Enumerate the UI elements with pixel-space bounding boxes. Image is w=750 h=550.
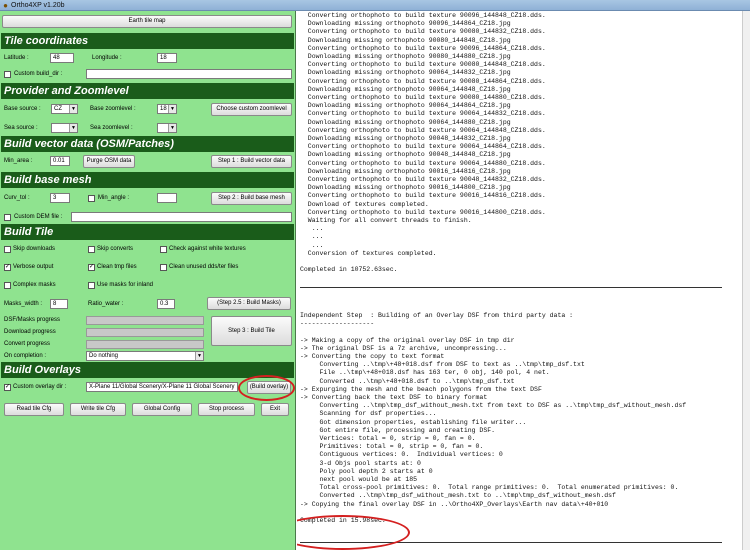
verbose-output-checkbox[interactable]: ✓ <box>4 264 11 271</box>
use-masks-inland-label: Use masks for inland <box>97 282 154 288</box>
complex-masks-checkbox[interactable] <box>4 282 11 289</box>
dsf-masks-progress-label: DSF/Masks progress <box>4 317 61 323</box>
purge-osm-data-button[interactable]: Purge OSM data <box>83 155 135 168</box>
log-output-top: Converting orthophoto to build texture 9… <box>300 12 546 274</box>
custom-overlay-dir-checkbox[interactable]: ✓ <box>4 384 11 391</box>
skip-downloads-label: Skip downloads <box>13 246 56 252</box>
dsf-masks-progress-bar <box>86 316 204 325</box>
section-build-tile: Build Tile <box>1 224 294 240</box>
check-white-textures-label: Check against white textures <box>169 246 246 252</box>
base-source-label: Base source : <box>4 106 41 112</box>
on-completion-label: On completion : <box>4 353 47 359</box>
min-area-label: Min_area : <box>4 158 33 164</box>
masks-width-label: Masks_width : <box>4 301 43 307</box>
custom-build-dir-input[interactable] <box>86 69 292 79</box>
sea-zoomlevel-select[interactable]: ▼ <box>157 123 177 133</box>
step3-build-tile-button[interactable]: Step 3 : Build Tile <box>211 316 292 346</box>
log-output-bottom: Independent Step : Building of an Overla… <box>300 312 687 525</box>
longitude-input[interactable]: 18 <box>157 53 177 63</box>
custom-overlay-dir-input[interactable]: X-Plane 11/Global Scenery/X-Plane 11 Glo… <box>86 382 238 392</box>
clean-unused-files-label: Clean unused dds/ter files <box>169 264 239 270</box>
min-angle-input[interactable] <box>157 193 177 203</box>
convert-progress-bar <box>86 340 204 349</box>
log-panel: Converting orthophoto to build texture 9… <box>297 11 750 550</box>
write-tile-cfg-button[interactable]: Write tile Cfg <box>70 403 126 416</box>
download-progress-bar <box>86 328 204 337</box>
title-bar: ● Ortho4XP v1.20b <box>0 0 750 11</box>
custom-dem-label: Custom DEM file : <box>14 214 63 220</box>
step2-build-base-mesh-button[interactable]: Step 2 : Build base mesh <box>211 192 292 205</box>
verbose-output-label: Verbose output <box>13 264 54 270</box>
chevron-down-icon: ▼ <box>168 105 176 113</box>
complex-masks-label: Complex masks <box>13 282 56 288</box>
stop-process-button[interactable]: Stop process <box>198 403 255 416</box>
convert-progress-label: Convert progress <box>4 341 51 347</box>
use-masks-inland-checkbox[interactable] <box>88 282 95 289</box>
latitude-label: Latitude : <box>4 55 29 61</box>
sea-source-select[interactable]: ▼ <box>51 123 78 133</box>
chevron-down-icon: ▼ <box>168 124 176 132</box>
section-provider-zoomlevel: Provider and Zoomlevel <box>1 83 294 99</box>
window-title: Ortho4XP v1.20b <box>11 2 65 9</box>
log-separator <box>300 287 722 288</box>
clean-tmp-files-label: Clean tmp files <box>97 264 137 270</box>
control-panel: Earth tile map Tile coordinates Latitude… <box>0 11 296 550</box>
min-angle-label: Min_angle : <box>98 195 130 201</box>
section-tile-coordinates: Tile coordinates <box>1 33 294 49</box>
longitude-label: Longitude : <box>92 55 122 61</box>
choose-custom-zoomlevel-button[interactable]: Choose custom zoomlevel <box>211 103 292 116</box>
custom-dem-input[interactable] <box>71 212 292 222</box>
earth-tile-map-button[interactable]: Earth tile map <box>2 15 292 28</box>
skip-converts-label: Skip converts <box>97 246 134 252</box>
ratio-water-label: Ratio_water : <box>88 301 124 307</box>
read-tile-cfg-button[interactable]: Read tile Cfg <box>4 403 64 416</box>
exit-button[interactable]: Exit <box>261 403 289 416</box>
sea-zoomlevel-label: Sea zoomlevel : <box>90 125 133 131</box>
min-angle-checkbox[interactable] <box>88 195 95 202</box>
ratio-water-input[interactable]: 0.3 <box>157 299 175 309</box>
custom-build-dir-checkbox[interactable] <box>4 71 11 78</box>
custom-overlay-dir-label: Custom overlay dir : <box>13 384 67 390</box>
base-source-select[interactable]: CZ ▼ <box>51 104 78 114</box>
chevron-down-icon: ▼ <box>69 124 77 132</box>
chevron-down-icon: ▼ <box>195 352 203 360</box>
section-build-base-mesh: Build base mesh <box>1 172 294 188</box>
skip-converts-checkbox[interactable] <box>88 246 95 253</box>
custom-dem-checkbox[interactable] <box>4 214 11 221</box>
chevron-down-icon: ▼ <box>69 105 77 113</box>
check-white-textures-checkbox[interactable] <box>160 246 167 253</box>
highlight-annotation <box>297 515 410 550</box>
min-area-input[interactable]: 0.01 <box>50 156 70 166</box>
clean-unused-files-checkbox[interactable] <box>160 264 167 271</box>
curv-tol-input[interactable]: 3 <box>50 193 70 203</box>
on-completion-select[interactable]: Do nothing ▼ <box>86 351 204 361</box>
section-build-vector-data: Build vector data (OSM/Patches) <box>1 136 294 152</box>
step25-build-masks-button[interactable]: (Step 2.5 : Build Masks) <box>207 297 291 310</box>
latitude-input[interactable]: 48 <box>50 53 74 63</box>
curv-tol-label: Curv_tol : <box>4 195 30 201</box>
clean-tmp-files-checkbox[interactable]: ✓ <box>88 264 95 271</box>
download-progress-label: Download progress <box>4 329 56 335</box>
global-config-button[interactable]: Global Config <box>132 403 192 416</box>
app-icon: ● <box>3 1 8 10</box>
highlight-annotation <box>238 375 295 401</box>
sea-source-label: Sea source : <box>4 125 38 131</box>
masks-width-input[interactable]: 8 <box>50 299 68 309</box>
base-zoomlevel-select[interactable]: 18 ▼ <box>157 104 177 114</box>
step1-build-vector-data-button[interactable]: Step 1 : Build vector data <box>211 155 292 168</box>
skip-downloads-checkbox[interactable] <box>4 246 11 253</box>
custom-build-dir-label: Custom build_dir : <box>14 71 63 77</box>
section-build-overlays: Build Overlays <box>1 362 294 378</box>
log-scrollbar[interactable] <box>742 11 750 550</box>
base-zoomlevel-label: Base zoomlevel : <box>90 106 136 112</box>
